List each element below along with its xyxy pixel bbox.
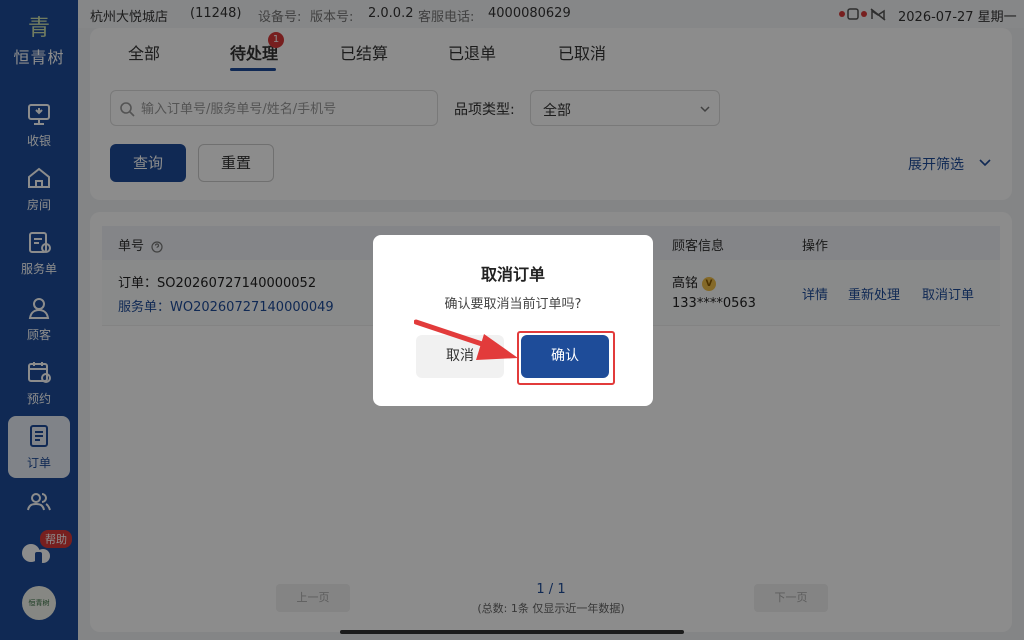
dialog-message: 确认要取消当前订单吗? xyxy=(444,297,582,312)
dialog-title: 取消订单 xyxy=(480,265,545,284)
pointer-arrow-icon xyxy=(414,319,518,360)
confirm-highlight-box xyxy=(517,331,615,385)
